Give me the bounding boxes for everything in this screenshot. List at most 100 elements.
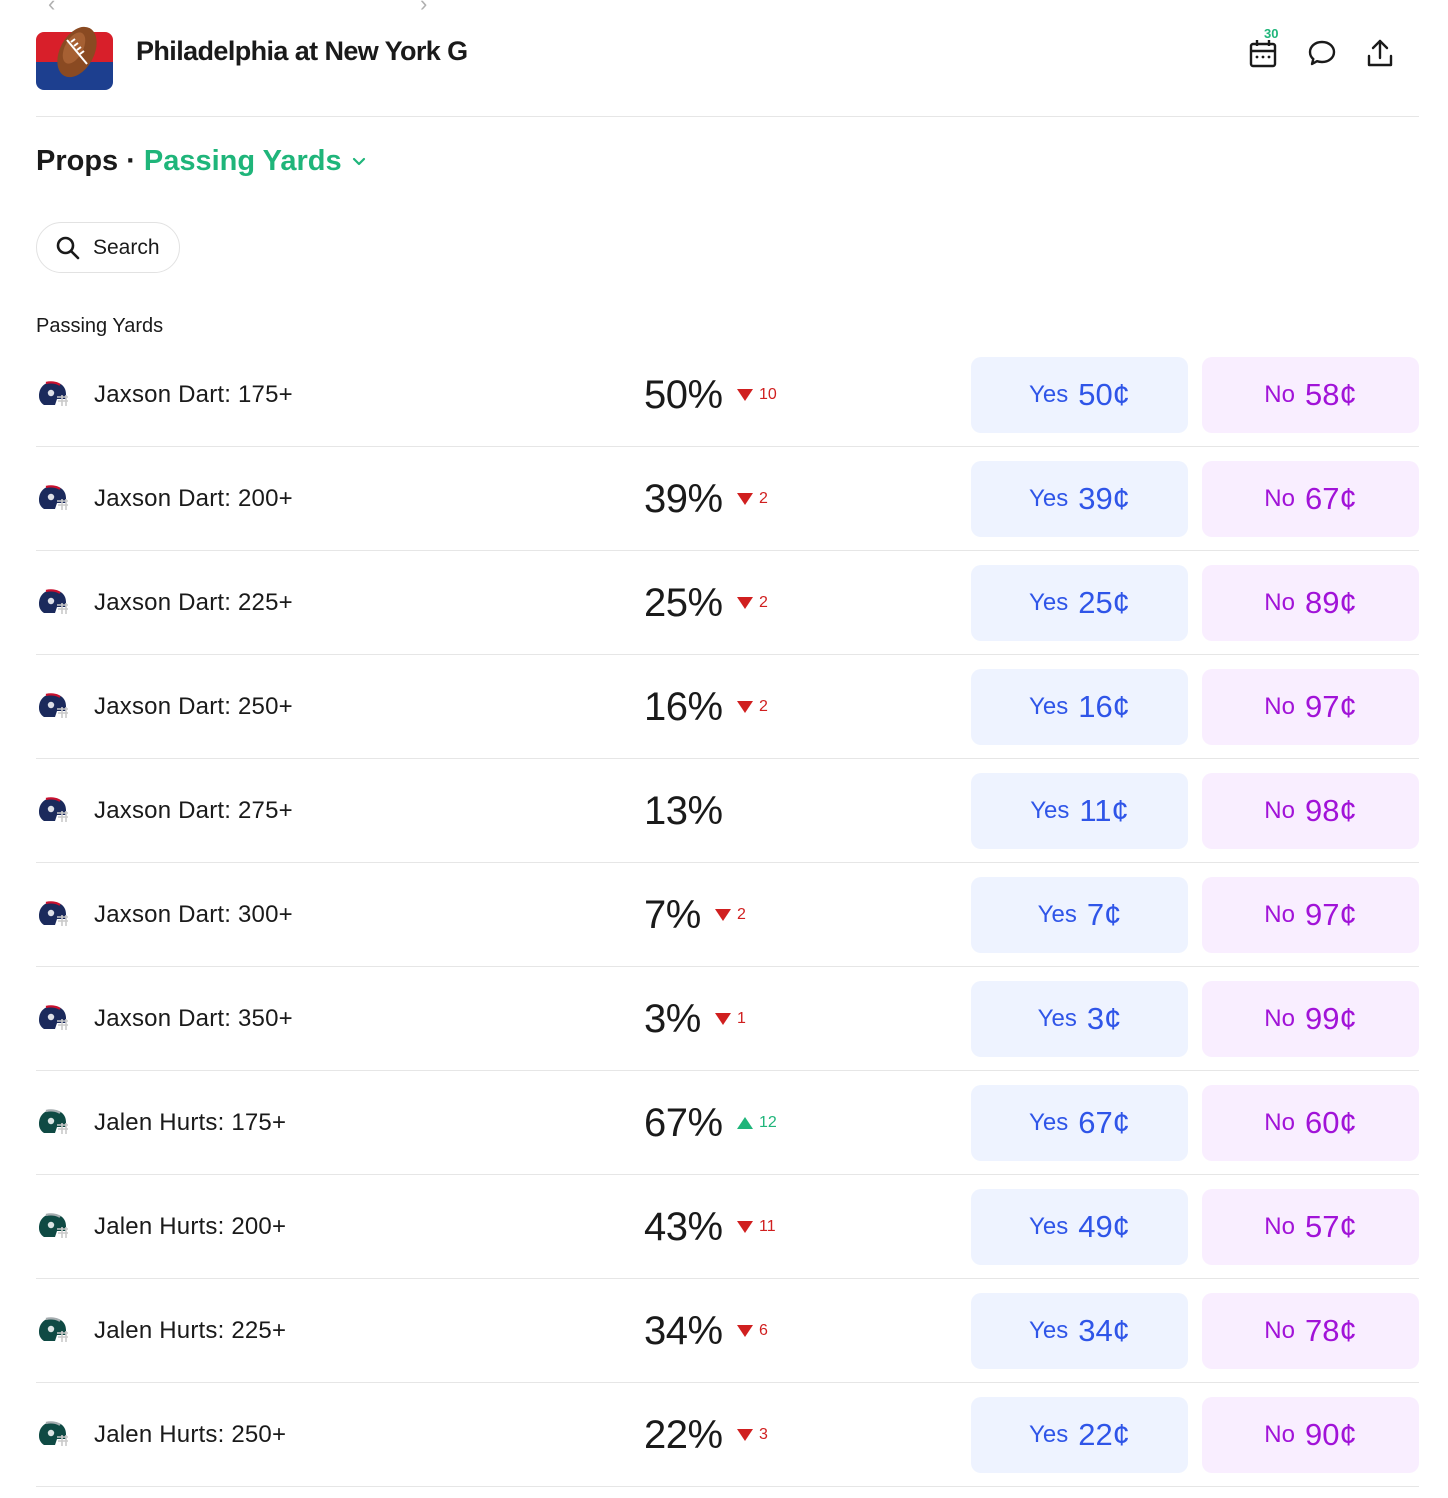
no-price: 67¢ (1304, 481, 1357, 516)
calendar-icon (1249, 40, 1277, 68)
market-probability: 39% (644, 477, 723, 521)
eagles-helmet-icon (36, 1419, 69, 1449)
share-icon (1367, 39, 1393, 67)
market-row[interactable]: Jalen Hurts: 225+ 34% 6 Yes 34¢ No 78¢ (36, 1279, 1419, 1383)
no-price: 97¢ (1304, 897, 1357, 932)
share-button[interactable] (1363, 36, 1397, 70)
giants-helmet-icon (36, 1003, 69, 1033)
yes-label: Yes (1029, 1109, 1069, 1136)
yes-label: Yes (1029, 1421, 1069, 1448)
yes-price: 50¢ (1078, 377, 1130, 412)
no-label: No (1264, 1421, 1295, 1448)
buy-yes-button[interactable]: Yes 16¢ (971, 669, 1188, 745)
yes-price: 11¢ (1079, 793, 1129, 828)
props-label: Props (36, 145, 119, 177)
change-value: 2 (759, 698, 768, 715)
buy-yes-button[interactable]: Yes 49¢ (971, 1189, 1188, 1265)
change-value: 10 (759, 386, 777, 403)
market-row[interactable]: Jaxson Dart: 300+ 7% 2 Yes 7¢ No 97¢ (36, 863, 1419, 967)
giants-helmet-icon (36, 795, 69, 825)
market-row[interactable]: Jalen Hurts: 175+ 67% 12 Yes 67¢ No 60¢ (36, 1071, 1419, 1175)
buy-yes-button[interactable]: Yes 7¢ (971, 877, 1188, 953)
buy-yes-button[interactable]: Yes 67¢ (971, 1085, 1188, 1161)
arrow-down-icon (737, 1221, 753, 1233)
buy-yes-button[interactable]: Yes 50¢ (971, 357, 1188, 433)
buy-yes-button[interactable]: Yes 3¢ (971, 981, 1188, 1057)
change-value: 12 (759, 1114, 777, 1131)
market-probability: 3% (644, 997, 701, 1041)
football-icon (57, 25, 97, 78)
search-icon (56, 236, 80, 259)
no-label: No (1264, 1005, 1295, 1032)
buy-no-button[interactable]: No 60¢ (1202, 1085, 1419, 1161)
arrow-down-icon (737, 493, 753, 505)
market-probability: 16% (644, 685, 723, 729)
change-value: 3 (759, 1426, 768, 1443)
arrow-down-icon (737, 597, 753, 609)
probability-change: 6 (737, 1322, 768, 1340)
yes-label: Yes (1029, 1317, 1069, 1344)
yes-price: 16¢ (1078, 689, 1130, 724)
buy-no-button[interactable]: No 97¢ (1202, 877, 1419, 953)
comment-button[interactable] (1305, 36, 1339, 70)
event-header: Philadelphia at New York G 30 (36, 14, 1419, 94)
buy-yes-button[interactable]: Yes 39¢ (971, 461, 1188, 537)
buy-no-button[interactable]: No 89¢ (1202, 565, 1419, 641)
market-probability: 67% (644, 1101, 723, 1145)
buy-yes-button[interactable]: Yes 25¢ (971, 565, 1188, 641)
chevron-down-icon[interactable] (352, 154, 368, 170)
calendar-button[interactable]: 30 (1246, 26, 1280, 70)
eagles-helmet-icon (36, 1107, 69, 1137)
market-title: Jalen Hurts: 250+ (94, 1421, 287, 1448)
market-row[interactable]: Jaxson Dart: 250+ 16% 2 Yes 16¢ No 97¢ (36, 655, 1419, 759)
no-label: No (1264, 901, 1295, 928)
buy-yes-button[interactable]: Yes 34¢ (971, 1293, 1188, 1369)
change-value: 11 (759, 1218, 776, 1235)
chevron-right-icon[interactable]: › (420, 0, 427, 15)
search-button[interactable]: Search (36, 222, 180, 273)
change-value: 2 (759, 594, 768, 611)
buy-yes-button[interactable]: Yes 22¢ (971, 1397, 1188, 1473)
buy-no-button[interactable]: No 58¢ (1202, 357, 1419, 433)
section-title: Passing Yards (36, 315, 164, 337)
arrow-down-icon (737, 389, 753, 401)
change-value: 2 (759, 490, 768, 507)
market-title: Jalen Hurts: 175+ (94, 1109, 287, 1136)
market-row[interactable]: Jalen Hurts: 250+ 22% 3 Yes 22¢ No 90¢ (36, 1383, 1419, 1487)
prop-type-dropdown[interactable]: Passing Yards (144, 145, 342, 178)
no-label: No (1264, 693, 1295, 720)
yes-price: 49¢ (1078, 1209, 1130, 1244)
buy-no-button[interactable]: No 98¢ (1202, 773, 1419, 849)
no-label: No (1264, 485, 1295, 512)
market-row[interactable]: Jaxson Dart: 200+ 39% 2 Yes 39¢ No 67¢ (36, 447, 1419, 551)
comment-icon (1308, 40, 1336, 66)
giants-helmet-icon (36, 587, 69, 617)
no-label: No (1264, 381, 1295, 408)
buy-no-button[interactable]: No 67¢ (1202, 461, 1419, 537)
market-probability: 22% (644, 1413, 723, 1457)
market-row[interactable]: Jaxson Dart: 275+ 13% Yes 11¢ No 98¢ (36, 759, 1419, 863)
top-nav-arrows: ‹ › (48, 0, 438, 15)
market-probability: 25% (644, 581, 723, 625)
buy-no-button[interactable]: No 57¢ (1202, 1189, 1419, 1265)
arrow-down-icon (737, 701, 753, 713)
market-title: Jalen Hurts: 200+ (94, 1213, 287, 1240)
chevron-left-icon[interactable]: ‹ (48, 0, 55, 15)
arrow-down-icon (737, 1429, 753, 1441)
probability-change: 12 (737, 1114, 777, 1132)
market-row[interactable]: Jaxson Dart: 350+ 3% 1 Yes 3¢ No 99¢ (36, 967, 1419, 1071)
market-row[interactable]: Jalen Hurts: 200+ 43% 11 Yes 49¢ No 57¢ (36, 1175, 1419, 1279)
yes-label: Yes (1029, 693, 1069, 720)
buy-no-button[interactable]: No 78¢ (1202, 1293, 1419, 1369)
buy-no-button[interactable]: No 99¢ (1202, 981, 1419, 1057)
market-row[interactable]: Jaxson Dart: 175+ 50% 10 Yes 50¢ No 58¢ (36, 343, 1419, 447)
buy-no-button[interactable]: No 97¢ (1202, 669, 1419, 745)
props-breadcrumb: Props · Passing Yards (36, 145, 368, 178)
change-value: 1 (737, 1010, 746, 1027)
buy-yes-button[interactable]: Yes 11¢ (971, 773, 1188, 849)
yes-price: 67¢ (1078, 1105, 1130, 1140)
market-row[interactable]: Jaxson Dart: 225+ 25% 2 Yes 25¢ No 89¢ (36, 551, 1419, 655)
probability-change: 2 (737, 490, 768, 508)
buy-no-button[interactable]: No 90¢ (1202, 1397, 1419, 1473)
arrow-up-icon (737, 1117, 753, 1129)
